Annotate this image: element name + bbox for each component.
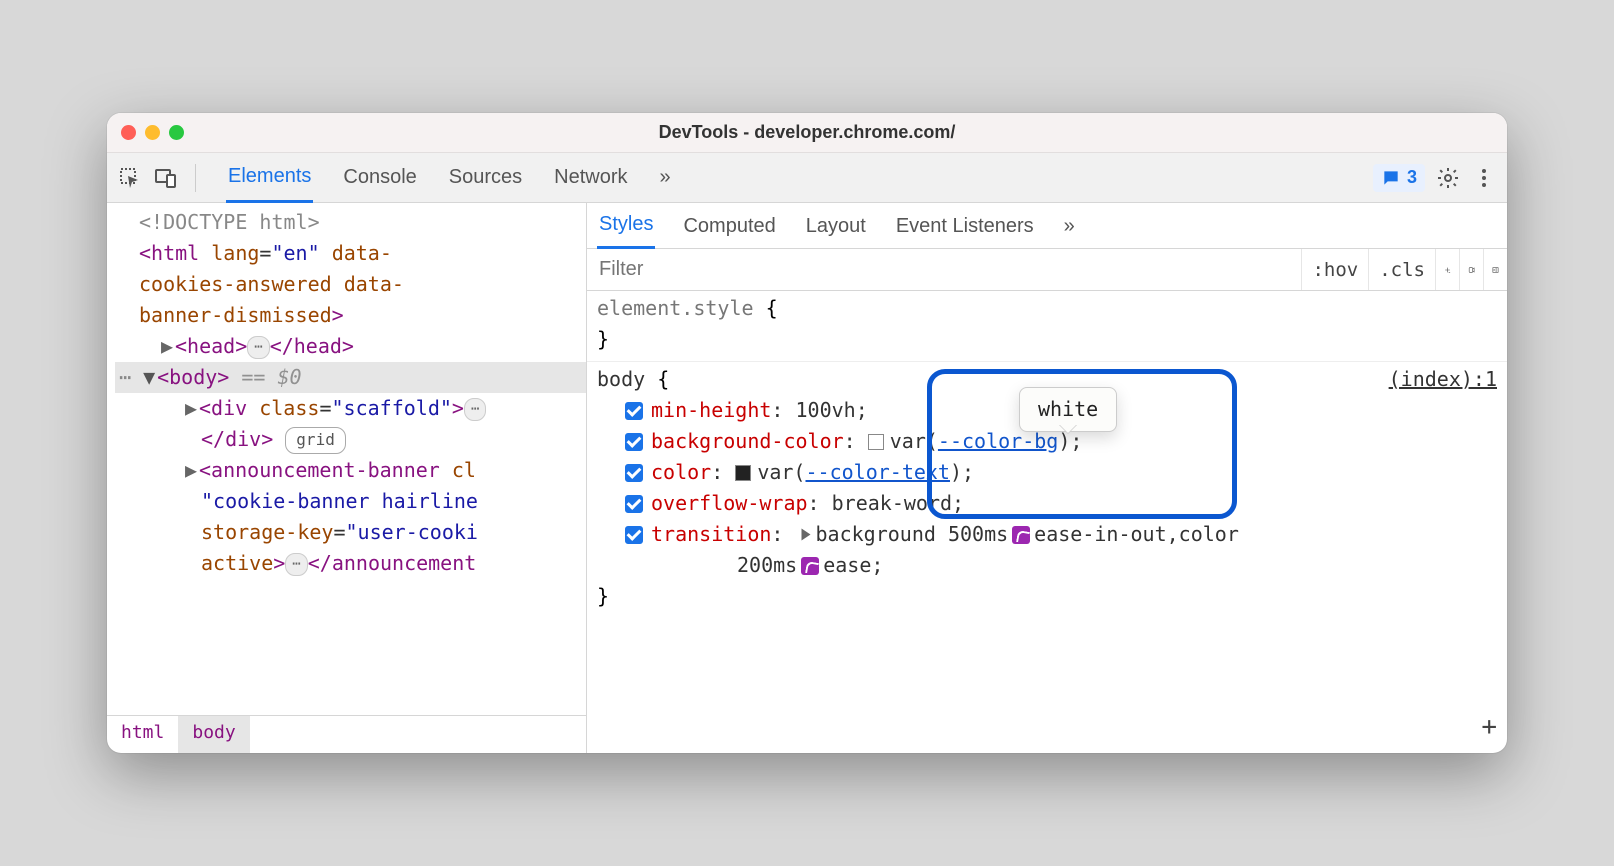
main-tabs: Elements Console Sources Network » [226, 153, 673, 203]
device-toolbar-icon[interactable] [153, 165, 179, 191]
titlebar: DevTools - developer.chrome.com/ [107, 113, 1507, 153]
breadcrumb: html body [107, 715, 586, 753]
selector-element-style[interactable]: element.style [597, 296, 754, 320]
timing-function-icon[interactable] [801, 557, 819, 575]
subtab-overflow[interactable]: » [1062, 204, 1077, 248]
zoom-window-icon[interactable] [169, 125, 184, 140]
dom-body-selected[interactable]: ⋯ ▼<body> == $0 [115, 362, 586, 393]
window-title: DevTools - developer.chrome.com/ [659, 122, 956, 143]
decl-overflow-wrap[interactable]: overflow-wrap: break-word; [597, 488, 1497, 519]
add-declaration-icon[interactable]: + [1481, 707, 1497, 747]
dom-html-open-2[interactable]: cookies-answered data- [115, 269, 586, 300]
rule-element-style[interactable]: element.style { } [587, 291, 1507, 362]
rendering-emulations-icon[interactable] [1459, 249, 1483, 290]
subtab-layout[interactable]: Layout [804, 204, 868, 248]
cls-toggle[interactable]: .cls [1368, 249, 1435, 290]
tab-overflow[interactable]: » [658, 154, 673, 201]
dom-head[interactable]: ▶<head>⋯</head> [115, 331, 586, 362]
crumb-body[interactable]: body [178, 716, 249, 753]
toggle-checkbox[interactable] [625, 402, 643, 420]
tab-network[interactable]: Network [552, 154, 629, 201]
subtab-computed[interactable]: Computed [681, 204, 777, 248]
issues-count: 3 [1407, 167, 1417, 188]
tab-sources[interactable]: Sources [447, 154, 524, 201]
toggle-checkbox[interactable] [625, 433, 643, 451]
tab-elements[interactable]: Elements [226, 153, 313, 203]
dom-announcement-3[interactable]: storage-key="user-cooki [115, 517, 586, 548]
close-window-icon[interactable] [121, 125, 136, 140]
new-style-rule-icon[interactable] [1435, 249, 1459, 290]
crumb-html[interactable]: html [107, 716, 178, 753]
rule-source-link[interactable]: (index):1 [1389, 364, 1497, 395]
toggle-checkbox[interactable] [625, 495, 643, 513]
computed-sidebar-icon[interactable] [1483, 249, 1507, 290]
dom-doctype[interactable]: <!DOCTYPE html> [115, 207, 586, 238]
dom-announcement[interactable]: ▶<announcement-banner cl [115, 455, 586, 486]
tab-console[interactable]: Console [341, 154, 418, 201]
inspect-element-icon[interactable] [117, 165, 143, 191]
value-tooltip: white [1019, 387, 1117, 432]
filter-input[interactable] [587, 252, 1301, 287]
dom-html-open-3[interactable]: banner-dismissed> [115, 300, 586, 331]
kebab-menu-icon[interactable] [1471, 165, 1497, 191]
issues-badge[interactable]: 3 [1373, 164, 1425, 192]
subtab-event-listeners[interactable]: Event Listeners [894, 204, 1036, 248]
toggle-checkbox[interactable] [625, 464, 643, 482]
grid-badge[interactable]: grid [285, 427, 346, 454]
settings-icon[interactable] [1435, 165, 1461, 191]
dom-announcement-4[interactable]: active>⋯</announcement [115, 548, 586, 579]
styles-panel: Styles Computed Layout Event Listeners »… [587, 203, 1507, 753]
elements-panel: <!DOCTYPE html> <html lang="en" data- co… [107, 203, 587, 753]
minimize-window-icon[interactable] [145, 125, 160, 140]
decl-transition-cont[interactable]: 200ms ease; [597, 550, 1497, 581]
dom-html-open[interactable]: <html lang="en" data- [115, 238, 586, 269]
separator [195, 164, 196, 192]
dom-tree[interactable]: <!DOCTYPE html> <html lang="en" data- co… [107, 203, 586, 715]
styles-filterbar: :hov .cls [587, 249, 1507, 291]
dom-scaffold-close[interactable]: </div> grid [115, 424, 586, 455]
traffic-lights [121, 125, 184, 140]
hov-toggle[interactable]: :hov [1301, 249, 1368, 290]
color-swatch-icon[interactable] [735, 465, 751, 481]
styles-pane[interactable]: element.style { } body { (index):1 min-h… [587, 291, 1507, 753]
toggle-checkbox[interactable] [625, 526, 643, 544]
main-toolbar: Elements Console Sources Network » 3 [107, 153, 1507, 203]
timing-function-icon[interactable] [1012, 526, 1030, 544]
dom-scaffold[interactable]: ▶<div class="scaffold">⋯ [115, 393, 586, 424]
css-var-link[interactable]: --color-text [805, 457, 950, 488]
decl-color[interactable]: color: var(--color-text); [597, 457, 1497, 488]
expand-shorthand-icon[interactable] [801, 529, 810, 541]
selector-body[interactable]: body [597, 367, 645, 391]
devtools-window: DevTools - developer.chrome.com/ Element… [107, 113, 1507, 753]
styles-subtabs: Styles Computed Layout Event Listeners » [587, 203, 1507, 249]
dom-announcement-2[interactable]: "cookie-banner hairline [115, 486, 586, 517]
decl-transition[interactable]: transition: background 500ms ease-in-out… [597, 519, 1497, 550]
color-swatch-icon[interactable] [868, 434, 884, 450]
subtab-styles[interactable]: Styles [597, 202, 655, 249]
content-area: <!DOCTYPE html> <html lang="en" data- co… [107, 203, 1507, 753]
